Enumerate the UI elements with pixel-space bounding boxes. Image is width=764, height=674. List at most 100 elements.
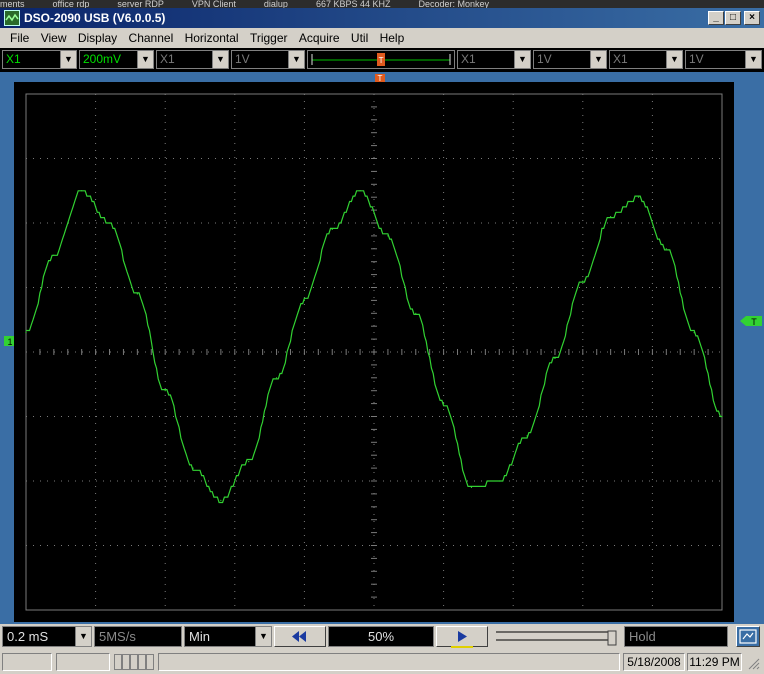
chevron-down-icon: ▼ [255, 627, 271, 646]
ch2-probe-select[interactable]: X1 ▼ [156, 50, 229, 69]
waveform-sample-point [693, 332, 695, 334]
slider-track [496, 630, 617, 646]
timebase-select[interactable]: 0.2 mS ▼ [2, 626, 92, 647]
horiz-left-button[interactable] [274, 626, 326, 647]
sample-rate-display: 5MS/s [94, 626, 182, 647]
status-pane-2 [56, 653, 110, 671]
waveform-sample-point [498, 480, 500, 482]
taskbar-item[interactable]: server RDP [117, 0, 164, 8]
slider-thumb[interactable]: T [377, 53, 385, 66]
menu-util[interactable]: Util [351, 28, 368, 45]
status-progress-segments [114, 653, 154, 671]
active-indicator [451, 646, 473, 648]
menu-view[interactable]: View [41, 28, 67, 45]
waveform-sample-point [443, 403, 445, 405]
close-button[interactable]: × [744, 11, 760, 25]
chevron-down-icon: ▼ [60, 51, 76, 68]
chevron-down-icon: ▼ [288, 51, 304, 68]
taskbar-strip: ments office rdp server RDP VPN Client dialu… [0, 0, 764, 8]
waveform-sample-point [136, 293, 138, 295]
menu-bar: File View Display Channel Horizontal Tri… [0, 28, 764, 47]
taskbar-item[interactable]: Decoder: Monkey [418, 0, 489, 8]
menu-help[interactable]: Help [380, 28, 405, 45]
waveform-sample-point [387, 235, 389, 237]
waveform-sample-point [665, 248, 667, 250]
taskbar-item[interactable]: ments [0, 0, 25, 8]
slider-track: T [311, 53, 451, 66]
waveform-sample-point [275, 377, 278, 379]
svg-text:1: 1 [7, 337, 12, 347]
trigger-position-slider[interactable]: T [307, 50, 455, 69]
taskbar-item[interactable]: VPN Client [192, 0, 236, 8]
minimize-button[interactable]: _ [708, 11, 724, 25]
waveform-sample-point [554, 357, 556, 360]
usb-icon [739, 629, 757, 644]
waveform-sample-point [220, 499, 222, 501]
ch1-volts-select[interactable]: 200mV ▼ [79, 50, 154, 69]
waveform-plot [25, 93, 723, 611]
waveform-sample-point [637, 196, 640, 198]
status-time: 11:29 PM [687, 653, 742, 671]
waveform-sample-point [721, 415, 723, 418]
menu-acquire[interactable]: Acquire [299, 28, 340, 45]
waveform-sample-point [470, 486, 473, 489]
waveform-sample-point [415, 312, 417, 314]
waveform-sample-point [53, 254, 55, 256]
status-bar: 5/18/2008 11:29 PM [0, 650, 764, 674]
status-pane-1 [2, 653, 52, 671]
math-volts-select[interactable]: 1V ▼ [533, 50, 607, 69]
math-probe-select[interactable]: X1 ▼ [457, 50, 531, 69]
play-right-arrow-icon [458, 631, 467, 642]
waveform-sample-point [359, 190, 361, 192]
status-date: 5/18/2008 [623, 653, 685, 671]
horiz-right-button[interactable] [436, 626, 488, 648]
double-left-arrow-icon [292, 631, 306, 642]
resize-grip-icon[interactable] [746, 656, 760, 670]
ch2-volts-select[interactable]: 1V ▼ [231, 50, 305, 69]
horiz-position-display: 50% [328, 626, 434, 647]
taskbar-item[interactable]: dialup [264, 0, 288, 8]
waveform-sample-point [108, 222, 111, 224]
taskbar-item[interactable]: 667 KBPS 44 KHZ [316, 0, 391, 8]
waveform-sample-point [164, 390, 166, 392]
window-title: DSO-2090 USB (V6.0.0.5) [24, 11, 166, 25]
waveform-sample-point [248, 461, 250, 463]
acquire-mode-select[interactable]: Min ▼ [184, 626, 272, 647]
run-state-display: Hold [624, 626, 728, 647]
trigger-level-marker[interactable]: T [740, 314, 762, 330]
waveform-sample-point [610, 215, 612, 218]
waveform-sample-point [303, 299, 305, 301]
waveform-sample-point [582, 280, 584, 282]
bottom-controls: 0.2 mS ▼ 5MS/s Min ▼ 50% Hold [0, 625, 764, 649]
chevron-down-icon: ▼ [745, 51, 761, 68]
status-pane-main [158, 653, 620, 671]
ref-probe-select[interactable]: X1 ▼ [609, 50, 683, 69]
waveform-sample-point [526, 435, 528, 437]
ref-volts-select[interactable]: 1V ▼ [685, 50, 762, 69]
menu-trigger[interactable]: Trigger [250, 28, 288, 45]
chevron-down-icon: ▼ [514, 51, 530, 68]
timebase-slider[interactable] [492, 626, 622, 647]
scope-frame: T 1 T [0, 72, 764, 624]
waveform-sample-point [81, 190, 83, 192]
menu-horizontal[interactable]: Horizontal [185, 28, 239, 45]
chevron-down-icon: ▼ [212, 51, 228, 68]
menu-display[interactable]: Display [78, 28, 117, 45]
connect-button[interactable] [736, 626, 760, 647]
scope-screen[interactable] [14, 82, 734, 622]
chevron-down-icon: ▼ [75, 627, 91, 646]
maximize-button[interactable]: □ [725, 11, 741, 25]
chevron-down-icon: ▼ [666, 51, 682, 68]
menu-file[interactable]: File [10, 28, 29, 45]
waveform-sample-point [192, 467, 194, 469]
menu-channel[interactable]: Channel [129, 28, 174, 45]
ch1-probe-select[interactable]: X1 ▼ [2, 50, 77, 69]
chevron-down-icon: ▼ [590, 51, 606, 68]
svg-text:T: T [379, 56, 384, 65]
waveform-sample-point [25, 332, 27, 334]
taskbar-item[interactable]: office rdp [53, 0, 90, 8]
svg-text:T: T [751, 317, 757, 327]
title-bar[interactable]: DSO-2090 USB (V6.0.0.5) _ □ × [0, 8, 764, 28]
waveform-sample-point [331, 228, 333, 231]
app-icon [4, 10, 20, 26]
